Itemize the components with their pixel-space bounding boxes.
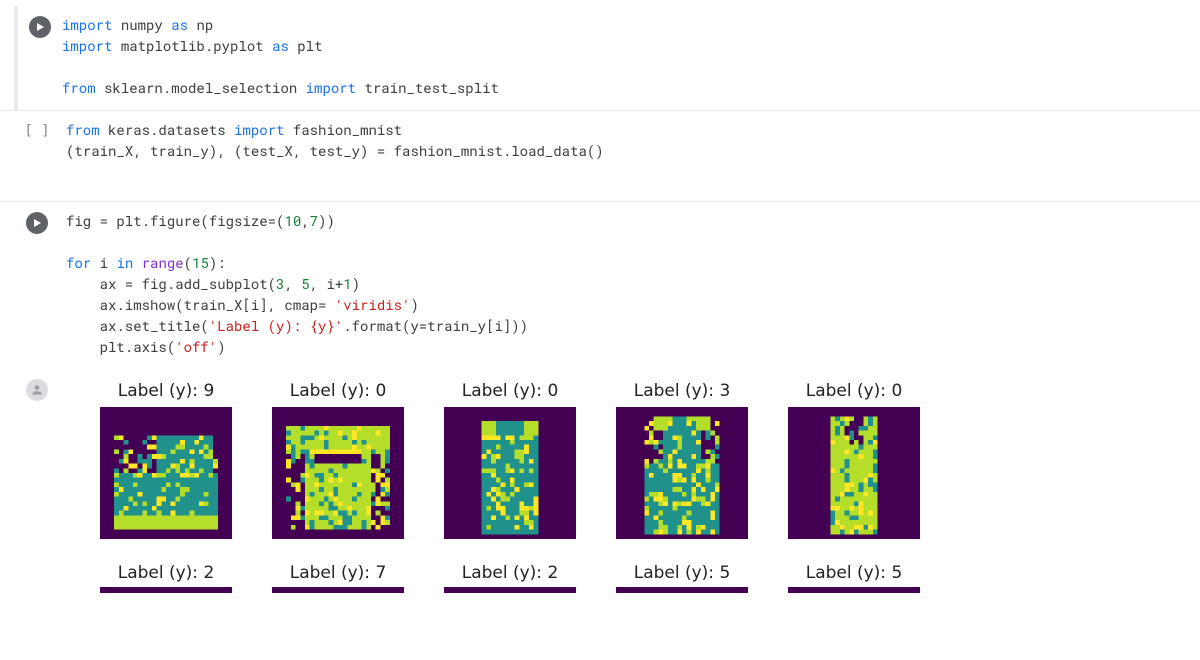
subplot-image: [100, 407, 232, 539]
subplot-title: Label (y): 0: [788, 381, 920, 401]
figure-output: Label (y): 9 Label (y): 0 Label (y): 0 Labe…: [66, 373, 1186, 617]
code-cell-3[interactable]: fig = plt.figure(figsize=(10,7)) for i i…: [0, 202, 1200, 369]
cell-output: Label (y): 9 Label (y): 0 Label (y): 0 Labe…: [0, 369, 1200, 617]
subplot-tile: Label (y): 2: [444, 563, 576, 593]
subplot-tile: Label (y): 2: [100, 563, 232, 593]
subplot-image: [788, 407, 920, 539]
person-icon: [30, 383, 44, 397]
subplot-image: [272, 407, 404, 539]
cell-gutter: [ ]: [8, 119, 66, 139]
play-icon: [35, 22, 45, 32]
subplot-tile: Label (y): 3: [616, 381, 748, 539]
code-text[interactable]: from keras.datasets import fashion_mnist…: [66, 119, 1186, 161]
subplot-image: [100, 587, 232, 593]
subplot-tile: Label (y): 7: [272, 563, 404, 593]
cell-spacing: [0, 173, 1200, 201]
subplot-tile: Label (y): 5: [788, 563, 920, 593]
cell-gutter: [8, 210, 66, 234]
subplot-tile: Label (y): 5: [616, 563, 748, 593]
cell-gutter: [18, 14, 62, 38]
output-gutter: [8, 373, 66, 401]
subplot-title: Label (y): 2: [444, 563, 576, 583]
code-cell-2[interactable]: [ ] from keras.datasets import fashion_m…: [0, 111, 1200, 173]
play-icon: [32, 218, 42, 228]
subplot-title: Label (y): 5: [788, 563, 920, 583]
subplot-title: Label (y): 3: [616, 381, 748, 401]
subplot-tile: Label (y): 0: [272, 381, 404, 539]
exec-indicator: [ ]: [24, 121, 49, 139]
subplot-title: Label (y): 7: [272, 563, 404, 583]
subplot-image: [444, 407, 576, 539]
subplot-tile: Label (y): 0: [788, 381, 920, 539]
run-button[interactable]: [26, 212, 48, 234]
code-cell-1[interactable]: import numpy as np import matplotlib.pyp…: [14, 6, 1200, 110]
subplot-image: [616, 587, 748, 593]
subplot-title: Label (y): 0: [272, 381, 404, 401]
subplot-title: Label (y): 2: [100, 563, 232, 583]
run-button[interactable]: [29, 16, 51, 38]
subplot-image: [788, 587, 920, 593]
code-editor[interactable]: import numpy as np import matplotlib.pyp…: [62, 14, 1186, 98]
notebook: import numpy as np import matplotlib.pyp…: [0, 0, 1200, 617]
subplot-title: Label (y): 5: [616, 563, 748, 583]
subplot-row-2: Label (y): 2 Label (y): 7 Label (y): 2 Labe…: [100, 563, 1186, 593]
subplot-tile: Label (y): 0: [444, 381, 576, 539]
code-text[interactable]: fig = plt.figure(figsize=(10,7)) for i i…: [66, 210, 1186, 357]
author-avatar-icon: [26, 379, 48, 401]
code-text[interactable]: import numpy as np import matplotlib.pyp…: [62, 14, 1186, 98]
subplot-image: [444, 587, 576, 593]
code-editor[interactable]: from keras.datasets import fashion_mnist…: [66, 119, 1186, 161]
subplot-image: [616, 407, 748, 539]
subplot-image: [272, 587, 404, 593]
subplot-title: Label (y): 9: [100, 381, 232, 401]
subplot-title: Label (y): 0: [444, 381, 576, 401]
code-editor[interactable]: fig = plt.figure(figsize=(10,7)) for i i…: [66, 210, 1186, 357]
subplot-row-1: Label (y): 9 Label (y): 0 Label (y): 0 Labe…: [100, 381, 1186, 539]
subplot-tile: Label (y): 9: [100, 381, 232, 539]
